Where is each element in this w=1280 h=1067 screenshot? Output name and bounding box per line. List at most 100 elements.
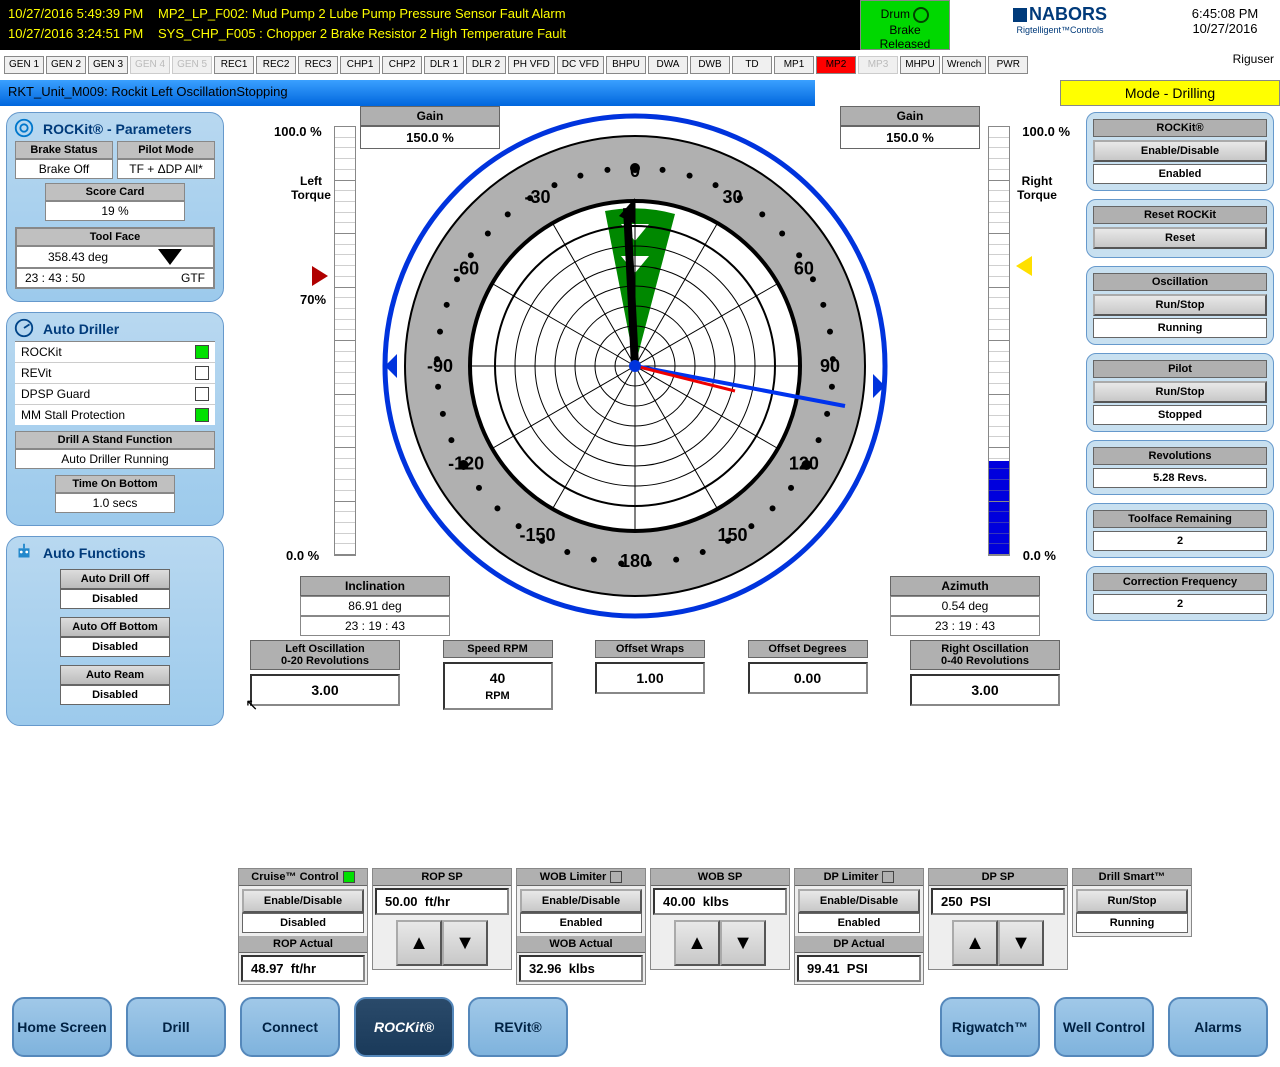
auto-ream-button[interactable]: Auto Ream (60, 665, 170, 685)
tab-mhpu[interactable]: MHPU (900, 56, 940, 74)
tab-dwa[interactable]: DWA (648, 56, 688, 74)
drum-brake-status[interactable]: Drum Brake Released (860, 0, 950, 50)
auto-functions-title: Auto Functions (43, 545, 215, 561)
rop-down-button[interactable]: ▼ (442, 920, 488, 966)
pilot-group: PilotRun/StopStopped (1086, 353, 1274, 432)
drill-smart-button[interactable]: Run/Stop (1076, 889, 1188, 913)
tab-chp1[interactable]: CHP1 (340, 56, 380, 74)
dp-down-button[interactable]: ▼ (998, 920, 1044, 966)
mode-indicator: Mode - Drilling (1060, 80, 1280, 106)
auto-drill-off-value: Disabled (60, 589, 170, 609)
tab-rec3[interactable]: REC3 (298, 56, 338, 74)
dp-sp-value[interactable]: 250 (941, 894, 963, 909)
time-on-bottom-value: 1.0 secs (55, 493, 175, 513)
oscillation-button[interactable]: Run/Stop (1093, 294, 1267, 316)
offset-degrees-value[interactable]: 0.00 (748, 662, 868, 694)
drill-stand-header: Drill A Stand Function (15, 431, 215, 449)
speed-rpm-header: Speed RPM (443, 640, 553, 658)
offset-wraps-header: Offset Wraps (595, 640, 705, 658)
speed-rpm-value[interactable]: 40 (490, 670, 506, 686)
wob-limiter-header: WOB Limiter (540, 871, 607, 883)
tab-gen2[interactable]: GEN 2 (46, 56, 86, 74)
status-message: RKT_Unit_M009: Rockit Left OscillationSt… (0, 80, 815, 106)
yellow-marker-icon (1016, 256, 1032, 276)
tab-gen1[interactable]: GEN 1 (4, 56, 44, 74)
svg-text:0: 0 (630, 161, 640, 181)
tab-gen3[interactable]: GEN 3 (88, 56, 128, 74)
nav-connect[interactable]: Connect (240, 997, 340, 1057)
tab-dwb[interactable]: DWB (690, 56, 730, 74)
auto-drill-off-button[interactable]: Auto Drill Off (60, 569, 170, 589)
clock: 6:45:08 PM 10/27/2016 (1170, 0, 1280, 50)
drum-brake-l1: Drum (881, 7, 910, 21)
tab-gen5[interactable]: GEN 5 (172, 56, 212, 74)
tab-dlr2[interactable]: DLR 2 (466, 56, 506, 74)
toolface-dial-area: Gain150.0 % Gain150.0 % 100.0 % 100.0 % … (230, 106, 1080, 636)
wob-up-button[interactable]: ▲ (674, 920, 720, 966)
toolface-dial: 0306090120150180-150-120-90-60-30 (375, 106, 895, 626)
nav-revit-[interactable]: REVit® (468, 997, 568, 1057)
ad-row-dpsp-guard[interactable]: DPSP Guard (15, 383, 215, 404)
oscillation-value: Running (1093, 318, 1267, 338)
correction-freq-group: Correction Frequency2 (1086, 566, 1274, 621)
nav-rockit-[interactable]: ROCKit® (354, 997, 454, 1057)
ad-row-mm-stall-protection[interactable]: MM Stall Protection (15, 404, 215, 425)
pilot-button[interactable]: Run/Stop (1093, 381, 1267, 403)
left-70pct: 70% (300, 292, 326, 307)
svg-text:30: 30 (722, 187, 742, 207)
oscillation-header: Oscillation (1093, 273, 1267, 291)
rop-up-button[interactable]: ▲ (396, 920, 442, 966)
toolface-remaining-group: Toolface Remaining2 (1086, 503, 1274, 558)
azimuth-time: 23 : 19 : 43 (890, 616, 1040, 636)
tab-mp3[interactable]: MP3 (858, 56, 898, 74)
nav-drill[interactable]: Drill (126, 997, 226, 1057)
wob-limiter-button[interactable]: Enable/Disable (520, 889, 642, 913)
red-marker-icon (312, 266, 328, 286)
offset-degrees-header: Offset Degrees (748, 640, 868, 658)
tab-mp2[interactable]: MP2 (816, 56, 856, 74)
tab-phvfd[interactable]: PH VFD (508, 56, 555, 74)
tab-chp2[interactable]: CHP2 (382, 56, 422, 74)
tab-rec1[interactable]: REC1 (214, 56, 254, 74)
wob-sp-unit: klbs (703, 894, 729, 909)
speed-rpm-unit: RPM (485, 690, 509, 702)
nav-well-control[interactable]: Well Control (1054, 997, 1154, 1057)
dp-limiter-button[interactable]: Enable/Disable (798, 889, 920, 913)
left-osc-value[interactable]: 3.00 (250, 674, 400, 706)
tab-rec2[interactable]: REC2 (256, 56, 296, 74)
wob-down-button[interactable]: ▼ (720, 920, 766, 966)
rop-actual-header: ROP Actual (239, 936, 367, 953)
offset-wraps-value[interactable]: 1.00 (595, 662, 705, 694)
tab-dlr1[interactable]: DLR 1 (424, 56, 464, 74)
tab-dcvfd[interactable]: DC VFD (557, 56, 604, 74)
brake-indicator-icon (913, 7, 929, 23)
wob-sp-value[interactable]: 40.00 (663, 894, 696, 909)
time-on-bottom-header: Time On Bottom (55, 475, 175, 493)
tab-bhpu[interactable]: BHPU (606, 56, 646, 74)
tab-mp1[interactable]: MP1 (774, 56, 814, 74)
cursor-icon: ↖ (245, 695, 258, 715)
ad-row-revit[interactable]: REVit (15, 362, 215, 383)
ad-row-rockit[interactable]: ROCKit (15, 341, 215, 362)
toolface-remaining-value: 2 (1093, 531, 1267, 551)
rop-sp-value[interactable]: 50.00 (385, 894, 418, 909)
rockit-enable-button[interactable]: Enable/Disable (1093, 140, 1267, 162)
right-osc-h2: 0-40 Revolutions (941, 655, 1029, 667)
auto-off-bottom-button[interactable]: Auto Off Bottom (60, 617, 170, 637)
tab-pwr[interactable]: PWR (988, 56, 1028, 74)
cruise-button[interactable]: Enable/Disable (242, 889, 364, 913)
nav-home-screen[interactable]: Home Screen (12, 997, 112, 1057)
dp-actual-value: 99.41 (807, 961, 840, 976)
tab-wrench[interactable]: Wrench (942, 56, 986, 74)
reset-rockit-button[interactable]: Reset (1093, 227, 1267, 249)
tab-gen4[interactable]: GEN 4 (130, 56, 170, 74)
clock-date: 10/27/2016 (1170, 21, 1280, 36)
dp-up-button[interactable]: ▲ (952, 920, 998, 966)
tab-td[interactable]: TD (732, 56, 772, 74)
drilling-params-row: Cruise™ Control Enable/DisableDisabled R… (230, 866, 1280, 987)
inclination-header: Inclination (300, 576, 450, 596)
nav-alarms[interactable]: Alarms (1168, 997, 1268, 1057)
nav-rigwatch-[interactable]: Rigwatch™ (940, 997, 1040, 1057)
right-osc-value[interactable]: 3.00 (910, 674, 1060, 706)
drum-brake-l3: Released (880, 37, 931, 51)
